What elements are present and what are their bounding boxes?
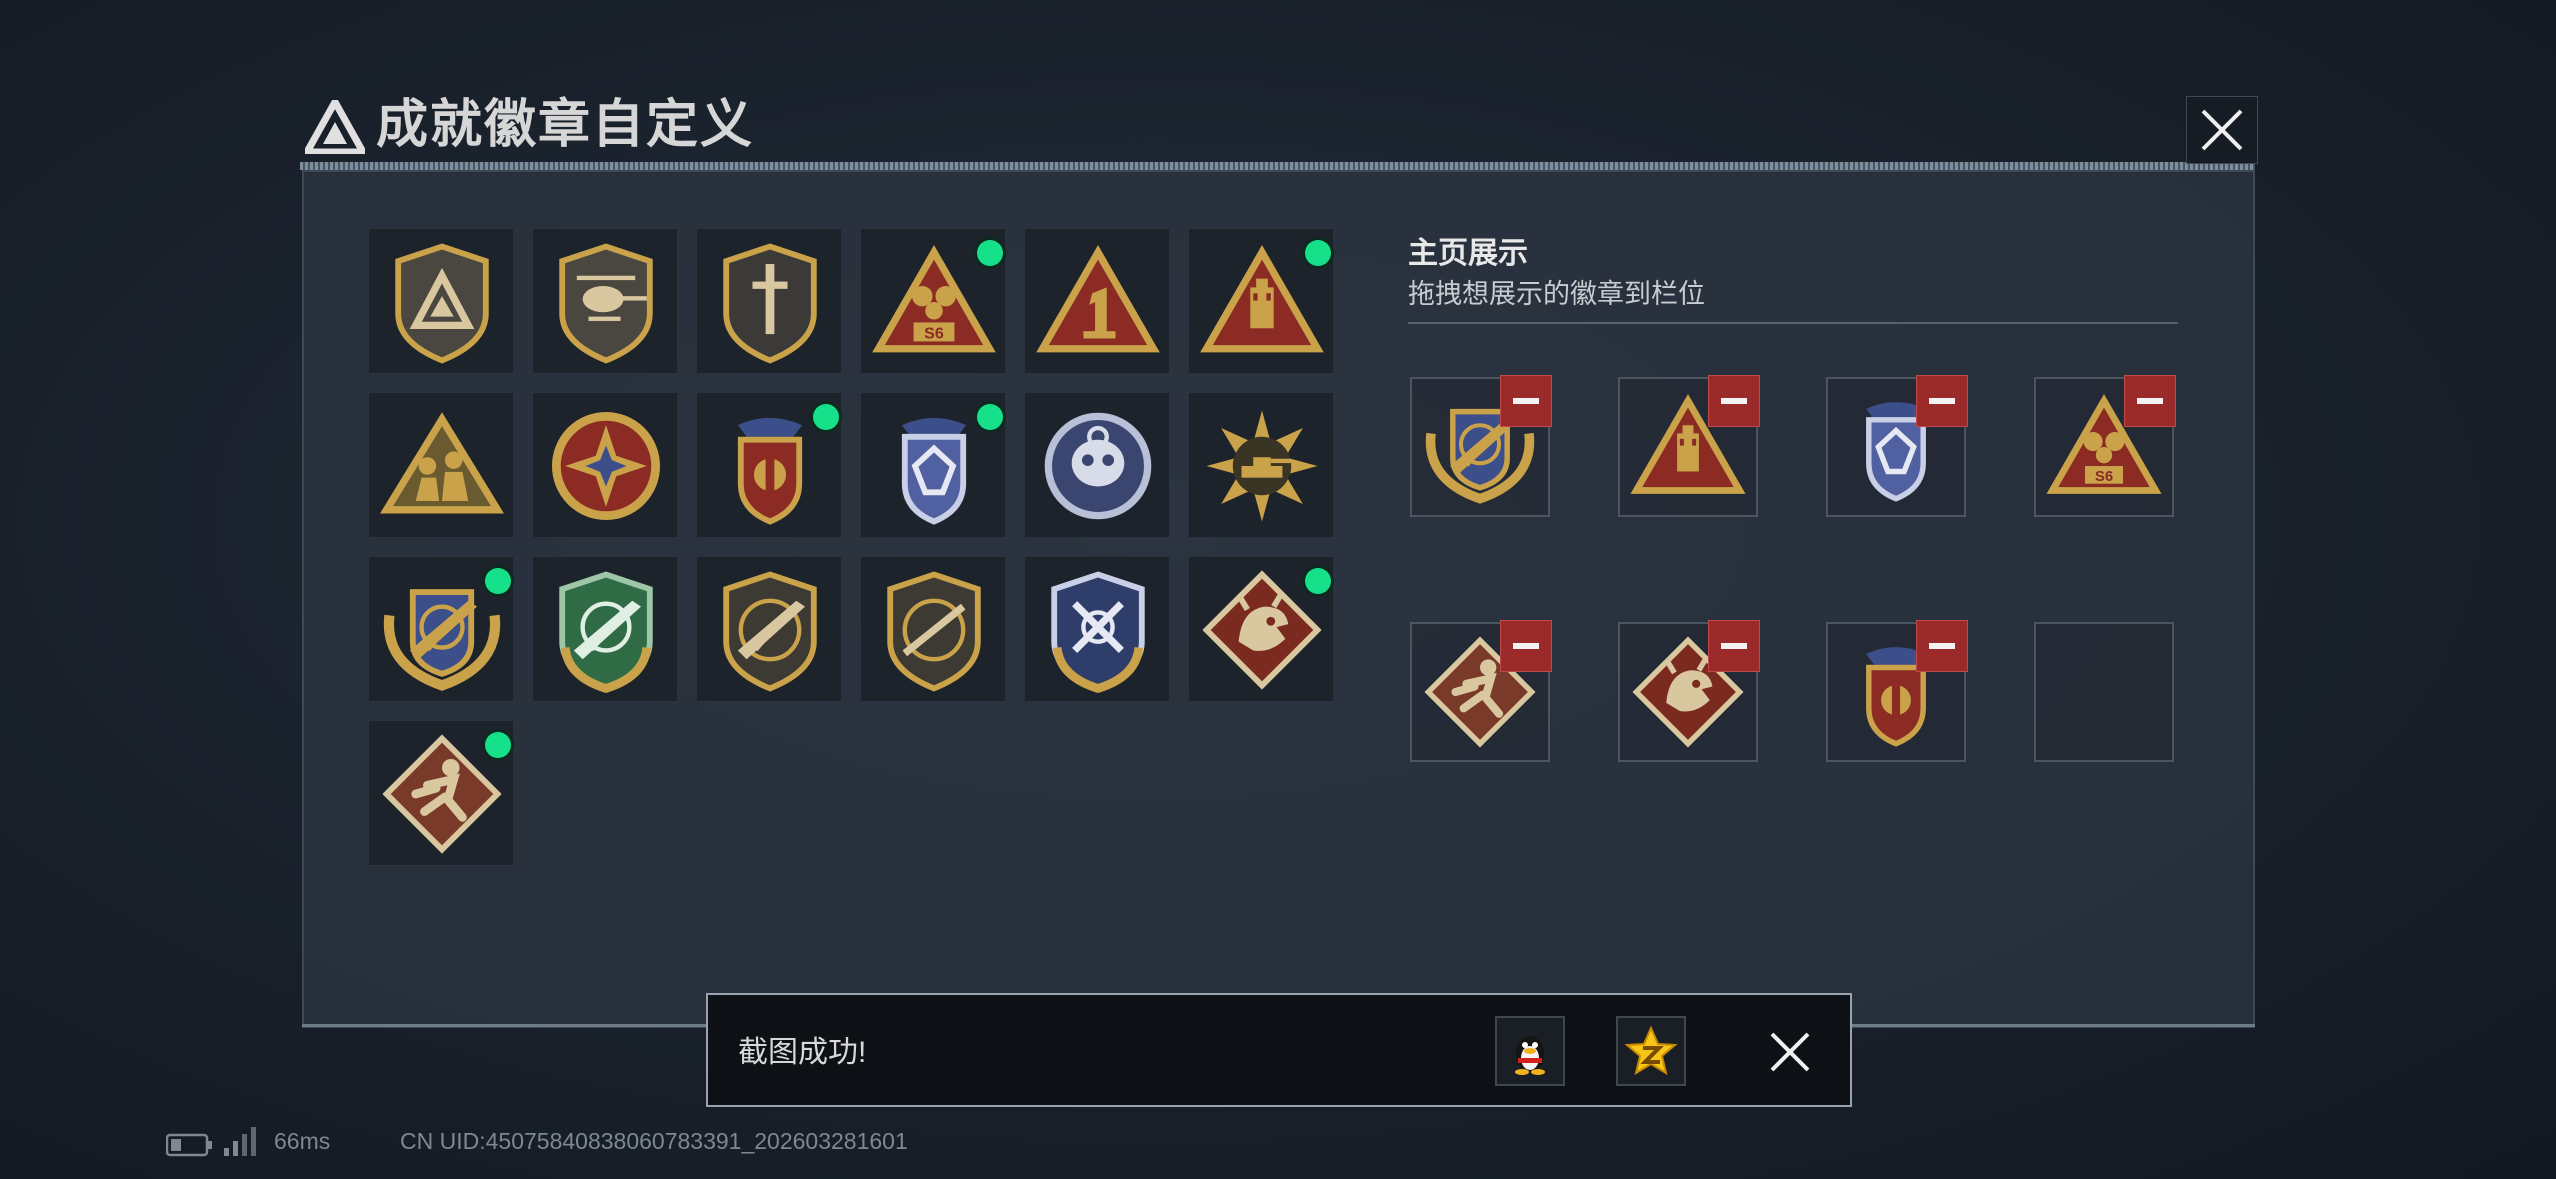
badge-cell[interactable] (1024, 556, 1170, 702)
qzone-star-icon (1624, 1025, 1678, 1076)
remove-badge-button[interactable] (2124, 375, 2176, 427)
toast-close-button[interactable] (1768, 1030, 1812, 1074)
toast-message: 截图成功! (738, 1036, 867, 1069)
showcase-slot-empty[interactable] (2034, 622, 2174, 762)
close-icon (2201, 109, 2243, 151)
blue-blades-badge-icon (1051, 571, 1145, 693)
showcase-divider (1408, 322, 2178, 324)
badge-cell[interactable] (1024, 392, 1170, 538)
close-icon (1770, 1032, 1810, 1072)
equipped-indicator (813, 404, 839, 430)
green-crosshair-rifle-badge-icon (559, 571, 653, 693)
remove-badge-button[interactable] (1708, 375, 1760, 427)
rifle-shield-badge-icon (723, 571, 817, 692)
badge-cell[interactable] (532, 556, 678, 702)
number-one-triangle-badge-icon (1036, 245, 1160, 353)
equipped-indicator (485, 568, 511, 594)
signal-icon (222, 1126, 258, 1163)
share-qq-button[interactable] (1495, 1016, 1565, 1086)
badge-cell[interactable] (532, 392, 678, 538)
remove-badge-button[interactable] (1500, 375, 1552, 427)
equipped-indicator (1305, 240, 1331, 266)
sword-shield-badge-icon (723, 243, 817, 364)
equipped-indicator (485, 732, 511, 758)
qq-penguin-icon (1515, 1036, 1545, 1075)
share-qzone-button[interactable] (1616, 1016, 1686, 1086)
remove-badge-button[interactable] (1916, 620, 1968, 672)
uid-text: CN UID:45075840838060783391_202603281601 (400, 1128, 908, 1154)
badge-cell[interactable] (696, 228, 842, 374)
remove-badge-button[interactable] (1708, 620, 1760, 672)
sniper-shield-badge-icon (887, 571, 981, 692)
svg-text:S6: S6 (2095, 468, 2113, 485)
badge-cell[interactable] (1188, 392, 1334, 538)
badge-cell[interactable] (860, 556, 1006, 702)
svg-text:S6: S6 (924, 325, 944, 343)
badge-cell[interactable] (696, 556, 842, 702)
star-compass-badge-icon (551, 411, 661, 521)
triangle-logo-icon (301, 94, 369, 156)
skull-crosshair-badge-icon (1044, 412, 1152, 520)
soldiers-triangle-badge-icon (380, 412, 504, 514)
ping-text: 66ms (274, 1128, 331, 1154)
badge-cell[interactable] (1024, 228, 1170, 374)
badge-cell[interactable] (532, 228, 678, 374)
equipped-indicator (977, 404, 1003, 430)
triangle-shield-badge-icon (395, 243, 489, 364)
showcase-title: 主页展示 (1408, 237, 1528, 270)
showcase-subtitle: 拖拽想展示的徽章到栏位 (1408, 279, 1705, 309)
title-divider (300, 162, 2255, 170)
close-button[interactable] (2186, 96, 2258, 164)
remove-badge-button[interactable] (1916, 375, 1968, 427)
badge-cell[interactable] (368, 228, 514, 374)
tank-burst-badge-icon (1206, 410, 1318, 522)
equipped-indicator (977, 240, 1003, 266)
battery-icon (165, 1132, 214, 1163)
equipped-indicator (1305, 568, 1331, 594)
remove-badge-button[interactable] (1500, 620, 1552, 672)
helicopter-badge-icon (559, 243, 653, 364)
page-title: 成就徽章自定义 (376, 96, 755, 154)
badge-cell[interactable] (368, 392, 514, 538)
